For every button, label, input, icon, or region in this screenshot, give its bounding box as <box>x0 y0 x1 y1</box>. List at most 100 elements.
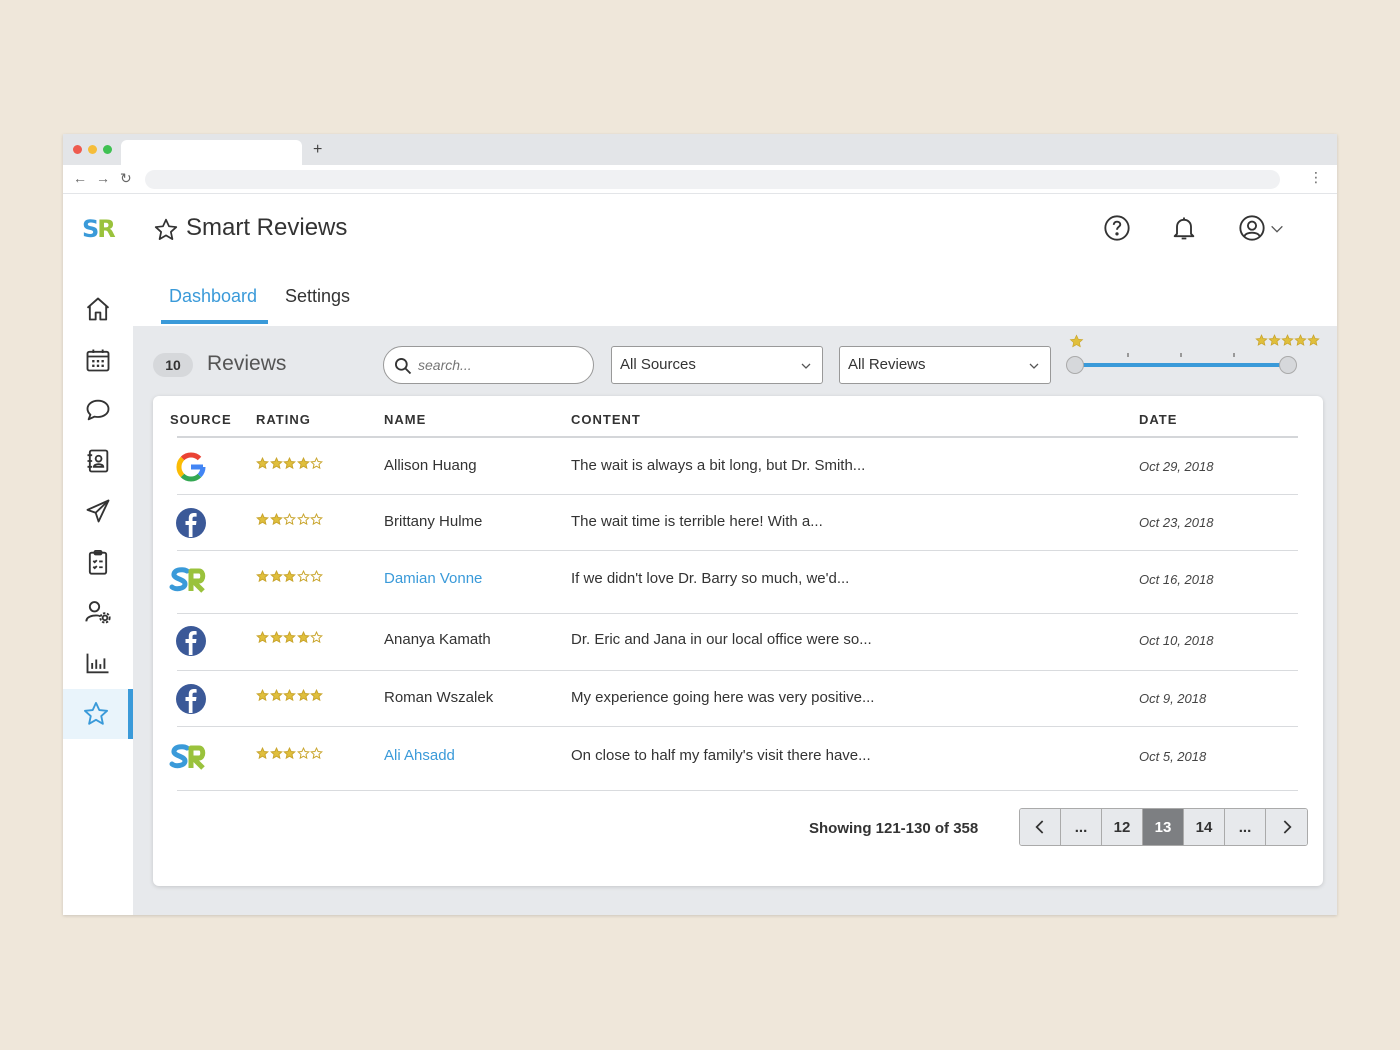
forward-icon[interactable]: → <box>96 170 110 186</box>
tab-settings[interactable]: Settings <box>285 286 350 307</box>
tab-dashboard[interactable]: Dashboard <box>169 286 257 307</box>
review-content[interactable]: If we didn't love Dr. Barry so much, we'… <box>571 570 849 587</box>
contacts-icon <box>87 449 109 473</box>
row-divider <box>177 550 1298 551</box>
smart-reviews-icon <box>169 567 206 593</box>
maximize-window-dot[interactable] <box>103 145 112 154</box>
star-filled-icon <box>269 689 283 702</box>
browser-menu-icon[interactable]: ⋮ <box>1309 169 1323 186</box>
next-page-button[interactable] <box>1266 809 1307 845</box>
sidebar-item-messages[interactable] <box>63 385 133 435</box>
help-icon[interactable] <box>1103 214 1131 242</box>
app: SR Smart Reviews Dashboard Settings 10 R… <box>63 194 1337 915</box>
table-row[interactable]: Allison Huang The wait is always a bit lo… <box>153 452 1323 482</box>
source-smartreviews <box>169 741 209 773</box>
rating-slider-min-label <box>1069 334 1084 354</box>
browser-window: + ← → ↻ ⋮ SR Smart Reviews Dashboard Set… <box>63 134 1337 915</box>
star-filled-icon <box>269 457 283 470</box>
reload-icon[interactable]: ↻ <box>120 170 132 187</box>
table-row[interactable]: Ananya Kamath Dr. Eric and Jana in our lo… <box>153 626 1323 656</box>
review-content[interactable]: Dr. Eric and Jana in our local office we… <box>571 631 872 648</box>
user-account-icon[interactable] <box>1238 214 1266 242</box>
page-button-12[interactable]: 12 <box>1102 809 1143 845</box>
review-content[interactable]: On close to half my family's visit there… <box>571 747 871 764</box>
sidebar-item-user-settings[interactable] <box>63 587 133 637</box>
chevron-left-icon <box>1035 820 1044 834</box>
reviewer-name: Ananya Kamath <box>384 631 491 648</box>
star-empty-icon <box>296 747 310 760</box>
sidebar-item-tasks[interactable] <box>63 537 133 587</box>
star-filled-icon <box>256 631 269 644</box>
back-icon[interactable]: ← <box>73 170 87 186</box>
rating-slider-min-handle[interactable] <box>1066 356 1084 374</box>
reviews-table-card: SOURCE RATING NAME CONTENT DATE Allison … <box>153 396 1323 886</box>
new-tab-button[interactable]: + <box>313 141 322 159</box>
page-ellipsis-right[interactable]: ... <box>1225 809 1266 845</box>
active-tab-indicator <box>161 320 268 324</box>
rating-slider-max-handle[interactable] <box>1279 356 1297 374</box>
source-filter-dropdown[interactable]: All Sources <box>611 346 823 384</box>
search-icon <box>395 358 412 375</box>
column-header-name[interactable]: NAME <box>384 412 426 427</box>
column-header-content[interactable]: CONTENT <box>571 412 641 427</box>
review-date: Oct 29, 2018 <box>1139 459 1214 474</box>
sidebar-item-analytics[interactable] <box>63 638 133 688</box>
sidebar-item-calendar[interactable] <box>63 335 133 385</box>
review-date: Oct 23, 2018 <box>1139 515 1214 530</box>
sidebar-item-contacts[interactable] <box>63 436 133 486</box>
star-empty-icon <box>310 570 323 583</box>
review-content[interactable]: The wait is always a bit long, but Dr. S… <box>571 457 865 474</box>
chevron-down-icon[interactable] <box>1269 221 1285 237</box>
sidebar-item-reviews[interactable] <box>63 689 133 739</box>
star-empty-icon <box>310 747 323 760</box>
rating-stars <box>256 570 324 583</box>
column-header-date[interactable]: DATE <box>1139 412 1177 427</box>
facebook-icon <box>176 626 206 656</box>
table-row[interactable]: Roman Wszalek My experience going here wa… <box>153 684 1323 714</box>
table-row[interactable]: Ali Ahsadd On close to half my family's v… <box>153 744 1323 770</box>
page-button-13-current[interactable]: 13 <box>1143 809 1184 845</box>
url-field[interactable] <box>145 170 1280 189</box>
table-row[interactable]: Brittany Hulme The wait time is terrible … <box>153 508 1323 538</box>
star-filled-icon <box>310 689 323 702</box>
reviewer-name[interactable]: Ali Ahsadd <box>384 747 455 764</box>
bar-chart-icon <box>86 653 109 674</box>
sidebar-item-home[interactable] <box>63 284 133 334</box>
sidebar: SR <box>63 194 133 915</box>
star-filled-icon <box>283 747 296 760</box>
review-content[interactable]: My experience going here was very positi… <box>571 689 874 706</box>
search-input[interactable] <box>418 355 583 375</box>
browser-tab-bar: + <box>63 134 1337 165</box>
star-filled-icon <box>283 570 296 583</box>
minimize-window-dot[interactable] <box>88 145 97 154</box>
column-header-source[interactable]: SOURCE <box>170 412 232 427</box>
chevron-right-icon <box>1283 820 1292 834</box>
search-box[interactable] <box>383 346 594 384</box>
page-button-14[interactable]: 14 <box>1184 809 1225 845</box>
bell-icon[interactable] <box>1170 214 1198 242</box>
star-empty-icon <box>296 513 310 526</box>
reviews-heading: Reviews <box>207 352 287 375</box>
title-star-icon <box>154 218 178 240</box>
star-icon <box>1307 334 1320 346</box>
star-filled-icon <box>296 689 310 702</box>
browser-tab[interactable] <box>121 140 302 165</box>
rating-stars <box>256 689 324 702</box>
source-filter-value: All Sources <box>620 356 696 373</box>
star-filled-icon <box>283 631 296 644</box>
facebook-icon <box>176 684 206 714</box>
table-row[interactable]: Damian Vonne If we didn't love Dr. Barry … <box>153 567 1323 593</box>
app-logo[interactable]: SR <box>82 216 116 242</box>
reviewer-name[interactable]: Damian Vonne <box>384 570 482 587</box>
sidebar-item-campaigns[interactable] <box>63 486 133 536</box>
review-content[interactable]: The wait time is terrible here! With a..… <box>571 513 823 530</box>
review-filter-dropdown[interactable]: All Reviews <box>839 346 1051 384</box>
star-empty-icon <box>296 570 310 583</box>
chat-icon <box>86 399 110 421</box>
close-window-dot[interactable] <box>73 145 82 154</box>
rating-range-track[interactable] <box>1075 363 1288 367</box>
column-header-rating[interactable]: RATING <box>256 412 311 427</box>
review-date: Oct 5, 2018 <box>1139 749 1207 764</box>
page-ellipsis-left[interactable]: ... <box>1061 809 1102 845</box>
prev-page-button[interactable] <box>1020 809 1061 845</box>
